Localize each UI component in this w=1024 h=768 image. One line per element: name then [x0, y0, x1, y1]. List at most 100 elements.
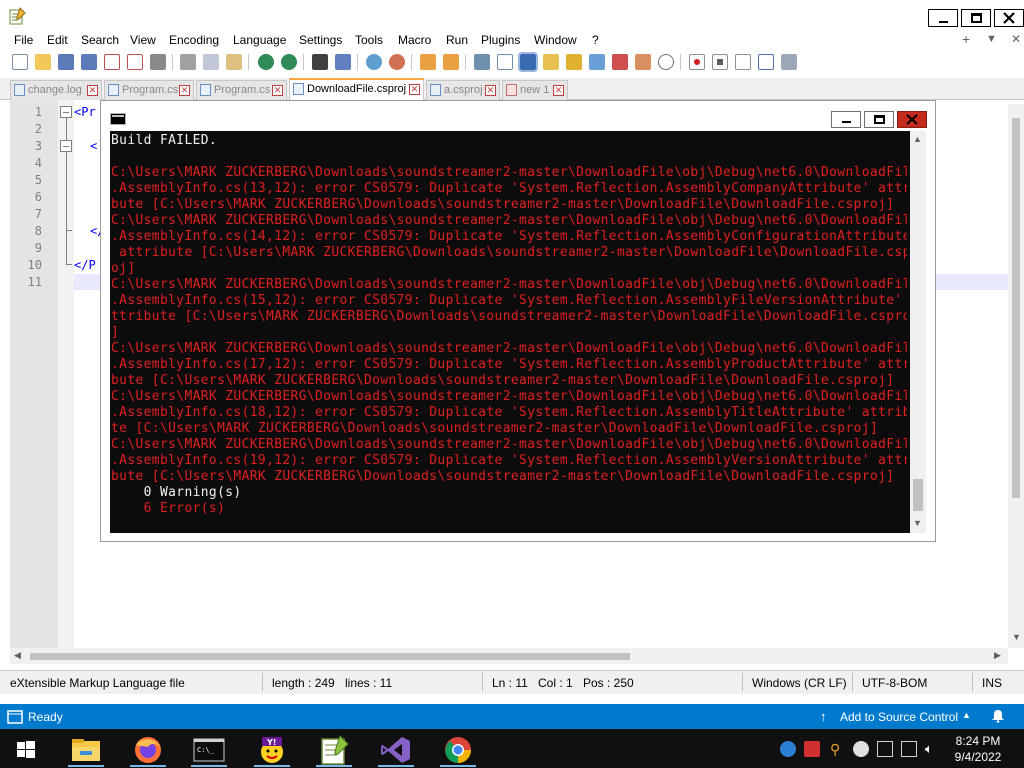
monitoring-eye-icon[interactable]: [658, 54, 674, 70]
document-list-icon[interactable]: [589, 54, 605, 70]
taskbar-visual-studio[interactable]: [374, 733, 418, 767]
close-tab-icon[interactable]: ✕: [87, 85, 98, 96]
folder-as-workspace-icon[interactable]: [635, 54, 651, 70]
fold-toggle-icon[interactable]: [60, 106, 72, 118]
function-list-icon[interactable]: [612, 54, 628, 70]
close-tab-icon[interactable]: ✕: [179, 85, 190, 96]
tab-change-log[interactable]: change.log ✕: [10, 80, 102, 100]
playback-macro-icon[interactable]: [735, 54, 751, 70]
close-file-icon[interactable]: [104, 54, 120, 70]
tab-list-down-icon[interactable]: ▼: [986, 33, 997, 45]
document-map-icon[interactable]: [566, 54, 582, 70]
save-all-icon[interactable]: [81, 54, 97, 70]
menu-run[interactable]: Run: [446, 33, 468, 47]
maximize-button[interactable]: [961, 9, 991, 27]
word-wrap-icon[interactable]: [474, 54, 490, 70]
close-tab-icon[interactable]: ✕: [409, 84, 420, 95]
console-vertical-scrollbar[interactable]: ▲ ▼: [910, 131, 926, 533]
menu-tools[interactable]: Tools: [355, 33, 383, 47]
network-tray-icon[interactable]: [901, 741, 917, 757]
taskbar-notepad-plus-plus[interactable]: [312, 733, 356, 767]
copy-icon[interactable]: [203, 54, 219, 70]
tab-program-cs[interactable]: Program.cs ✕: [104, 80, 194, 100]
replace-icon[interactable]: [335, 54, 351, 70]
console-maximize-button[interactable]: [864, 111, 894, 128]
menu-edit[interactable]: Edit: [47, 33, 68, 47]
run-macro-multiple-icon[interactable]: [758, 54, 774, 70]
taskbar-command-prompt[interactable]: C:\_: [187, 733, 231, 767]
editor-vertical-scrollbar[interactable]: ▼: [1008, 104, 1024, 648]
tab-new-1[interactable]: new 1 ✕: [502, 80, 568, 100]
scrollbar-thumb[interactable]: [1012, 118, 1020, 498]
scrollbar-thumb[interactable]: [913, 479, 923, 511]
print-icon[interactable]: [150, 54, 166, 70]
save-macro-icon[interactable]: [781, 54, 797, 70]
encoding-label[interactable]: UTF-8-BOM: [862, 676, 927, 690]
zoom-out-icon[interactable]: [389, 54, 405, 70]
add-to-source-control-button[interactable]: Add to Source Control: [840, 710, 958, 724]
paste-icon[interactable]: [226, 54, 242, 70]
editor-horizontal-scrollbar[interactable]: ◀ ▶: [10, 648, 1008, 664]
menu-window[interactable]: Window: [534, 33, 577, 47]
sync-vertical-icon[interactable]: [420, 54, 436, 70]
menu-macro[interactable]: Macro: [398, 33, 431, 47]
user-language-icon[interactable]: [543, 54, 559, 70]
open-file-icon[interactable]: [35, 54, 51, 70]
scroll-down-arrow-icon[interactable]: ▼: [1012, 632, 1021, 642]
chevron-up-icon[interactable]: ▲: [962, 710, 971, 720]
dnd-tray-icon[interactable]: [853, 741, 869, 757]
show-all-characters-icon[interactable]: [497, 54, 513, 70]
menu-search[interactable]: Search: [81, 33, 119, 47]
save-icon[interactable]: [58, 54, 74, 70]
start-button[interactable]: [4, 733, 48, 767]
taskbar-chrome[interactable]: [436, 733, 480, 767]
taskbar-clock[interactable]: 8:24 PM 9/4/2022: [948, 733, 1008, 765]
stop-recording-icon[interactable]: [712, 54, 728, 70]
cut-icon[interactable]: [180, 54, 196, 70]
tab-a-csproj[interactable]: a.csproj ✕: [426, 80, 500, 100]
undo-icon[interactable]: [258, 54, 274, 70]
tab-program-cs-2[interactable]: Program.cs ✕: [196, 80, 287, 100]
redo-icon[interactable]: [281, 54, 297, 70]
volume-tray-icon[interactable]: 🔈︎: [925, 741, 941, 757]
menu-plugins[interactable]: Plugins: [481, 33, 520, 47]
new-tab-plus-icon[interactable]: +: [962, 31, 970, 47]
fold-toggle-icon[interactable]: [60, 140, 72, 152]
teamviewer-tray-icon[interactable]: [780, 741, 796, 757]
scroll-down-arrow-icon[interactable]: ▼: [913, 518, 922, 528]
insert-mode-label[interactable]: INS: [982, 676, 1002, 690]
scroll-up-arrow-icon[interactable]: ▲: [913, 134, 922, 144]
scrollbar-thumb[interactable]: [30, 653, 630, 660]
console-window[interactable]: ▲ ▼ Build FAILED. C:\Users\MARK ZUCKERBER…: [100, 100, 936, 542]
console-output[interactable]: ▲ ▼ Build FAILED. C:\Users\MARK ZUCKERBER…: [110, 131, 926, 533]
scroll-right-arrow-icon[interactable]: ▶: [994, 650, 1001, 661]
find-icon[interactable]: [312, 54, 328, 70]
screen-recorder-tray-icon[interactable]: [804, 741, 820, 757]
menu-view[interactable]: View: [130, 33, 156, 47]
close-tab-icon[interactable]: ✕: [485, 85, 496, 96]
menu-settings[interactable]: Settings: [299, 33, 342, 47]
console-minimize-button[interactable]: [831, 111, 861, 128]
close-tab-icon[interactable]: ✕: [272, 85, 283, 96]
record-macro-icon[interactable]: [689, 54, 705, 70]
new-file-icon[interactable]: [12, 54, 28, 70]
line-ending-label[interactable]: Windows (CR LF): [752, 676, 847, 690]
menu-file[interactable]: File: [14, 33, 33, 47]
close-document-icon[interactable]: ✕: [1011, 32, 1021, 46]
taskbar-file-explorer[interactable]: [64, 733, 108, 767]
minimize-button[interactable]: [928, 9, 958, 27]
indent-guide-icon[interactable]: [518, 52, 538, 72]
menu-language[interactable]: Language: [233, 33, 286, 47]
search-tray-icon[interactable]: ⚲: [830, 741, 846, 757]
menu-help[interactable]: ?: [592, 33, 599, 47]
taskbar-firefox[interactable]: [126, 733, 170, 767]
close-all-icon[interactable]: [127, 54, 143, 70]
notification-bell-icon[interactable]: [991, 709, 1005, 723]
close-button[interactable]: [994, 9, 1024, 27]
close-tab-icon[interactable]: ✕: [553, 85, 564, 96]
zoom-in-icon[interactable]: [366, 54, 382, 70]
taskbar-yahoo-messenger[interactable]: Y!: [250, 733, 294, 767]
scroll-left-arrow-icon[interactable]: ◀: [14, 650, 21, 661]
menu-encoding[interactable]: Encoding: [169, 33, 219, 47]
sync-horizontal-icon[interactable]: [443, 54, 459, 70]
